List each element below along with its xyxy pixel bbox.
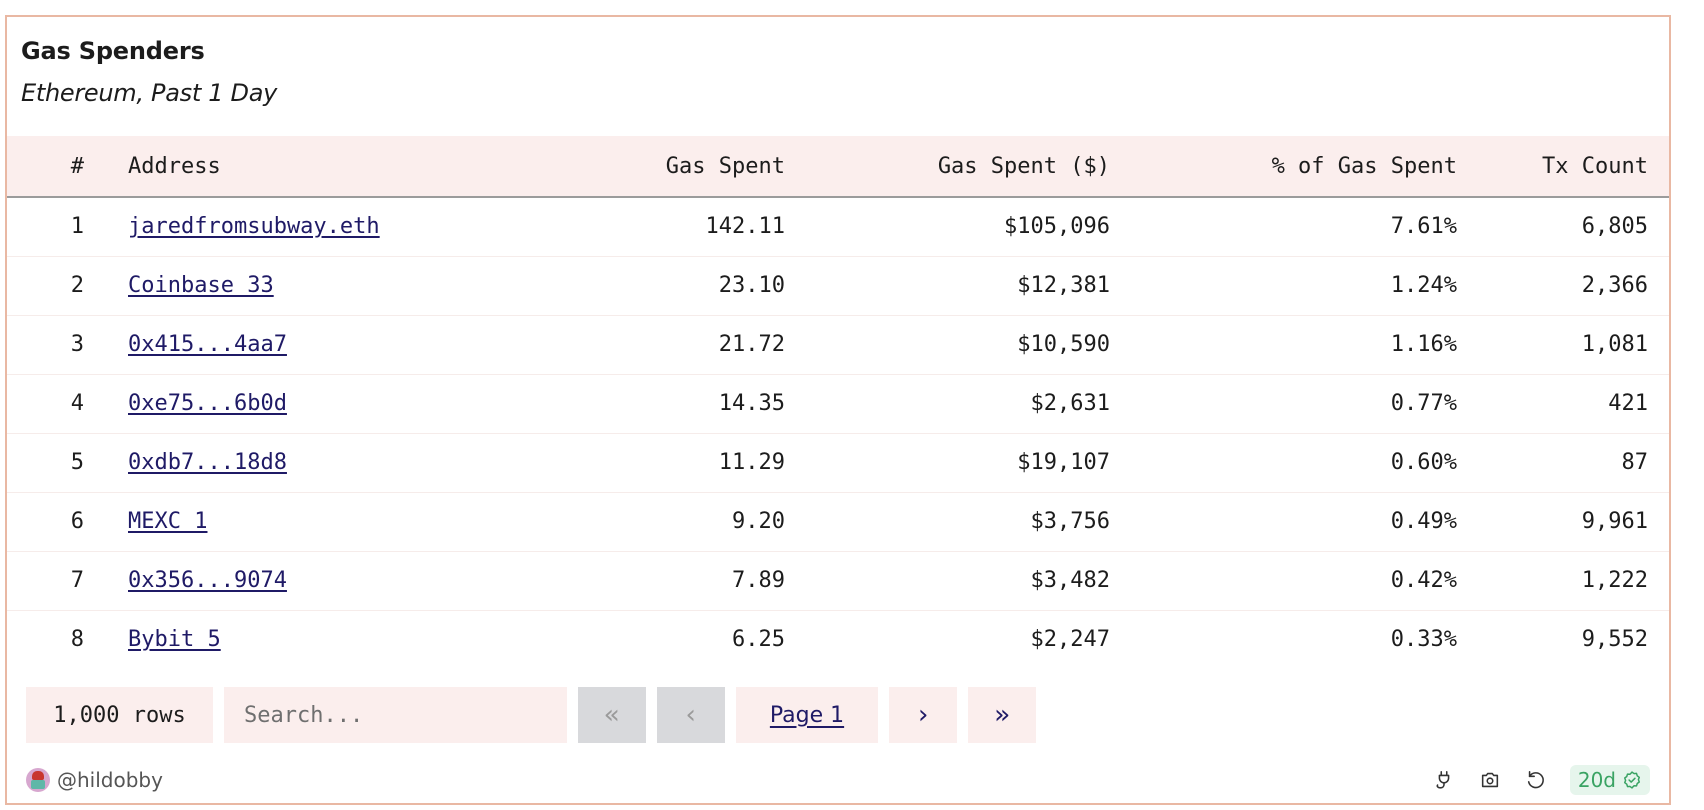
address-link[interactable]: 0x415...4aa7: [128, 332, 287, 357]
cell-address: jaredfromsubway.eth: [100, 197, 560, 257]
author-name[interactable]: @hildobby: [57, 768, 163, 792]
table-row: 3 0x415...4aa7 21.72 $10,590 1.16% 1,081: [7, 315, 1669, 375]
cell-gas-spent-usd: $10,590: [785, 315, 1110, 375]
cell-tx-count: 421: [1457, 374, 1669, 434]
cell-gas-spent-usd: $3,482: [785, 551, 1110, 611]
address-link[interactable]: Bybit 5: [128, 627, 221, 652]
cell-pct-gas-spent: 0.42%: [1110, 551, 1457, 611]
cell-pct-gas-spent: 7.61%: [1110, 197, 1457, 257]
cell-rank: 8: [70, 627, 84, 653]
cell-rank: 4: [7, 374, 100, 434]
table-row: 2 Coinbase 33 23.10 $12,381 1.24% 2,366: [7, 256, 1669, 316]
cell-gas-spent: 7.89: [560, 551, 785, 611]
table-row: 7 0x356...9074 7.89 $3,482 0.42% 1,222: [7, 551, 1669, 611]
table-header-row: # Address Gas Spent Gas Spent ($) % of G…: [7, 136, 1669, 198]
address-link[interactable]: 0x356...9074: [128, 568, 287, 593]
card-subtitle: Ethereum, Past 1 Day: [21, 79, 278, 107]
cell-gas-spent-usd: $2,631: [785, 374, 1110, 434]
cell-tx-count: 9,552: [1581, 627, 1648, 653]
age-badge: 20d: [1569, 765, 1650, 795]
footer-tools: 20d: [1432, 765, 1650, 795]
cell-tx-count: 6,805: [1457, 197, 1669, 257]
column-header-rank[interactable]: #: [7, 136, 100, 198]
cell-gas-spent-usd: $12,381: [785, 256, 1110, 316]
table-row: 1 jaredfromsubway.eth 142.11 $105,096 7.…: [7, 197, 1669, 257]
chevron-left-icon: ‹: [683, 700, 699, 730]
camera-icon[interactable]: [1478, 768, 1502, 792]
last-page-button[interactable]: »: [968, 687, 1036, 743]
cell-pct-gas-spent: 0.49%: [1110, 492, 1457, 552]
column-header-gas-spent[interactable]: Gas Spent: [560, 136, 785, 198]
age-badge-label: 20d: [1577, 768, 1616, 792]
address-link[interactable]: MEXC 1: [128, 509, 207, 534]
cell-tx-count: 1,081: [1457, 315, 1669, 375]
avatar: [26, 768, 50, 792]
cell-pct-gas-spent: 0.60%: [1110, 433, 1457, 493]
cell-rank: 7: [7, 551, 100, 611]
cell-rank: 3: [7, 315, 100, 375]
cell-rank: 6: [7, 492, 100, 552]
plug-icon[interactable]: [1432, 768, 1456, 792]
table-row: 6 MEXC 1 9.20 $3,756 0.49% 9,961: [7, 492, 1669, 552]
cell-gas-spent: 21.72: [560, 315, 785, 375]
cell-gas-spent-usd: $3,756: [785, 492, 1110, 552]
row-count-label: 1,000 rows: [26, 687, 213, 743]
gas-spenders-table: # Address Gas Spent Gas Spent ($) % of G…: [7, 136, 1669, 669]
card-title: Gas Spenders: [21, 37, 205, 65]
cell-address: 0x356...9074: [100, 551, 560, 611]
cell-gas-spent: 11.29: [560, 433, 785, 493]
address-link[interactable]: jaredfromsubway.eth: [128, 214, 380, 239]
cell-gas-spent: 9.20: [560, 492, 785, 552]
cell-tx-count: 2,366: [1457, 256, 1669, 316]
cell-address: 0xe75...6b0d: [100, 374, 560, 434]
card-footer: @hildobby 20d: [26, 763, 1650, 797]
verified-check-icon: [1624, 771, 1640, 789]
column-header-gas-spent-usd[interactable]: Gas Spent ($): [785, 136, 1110, 198]
cell-pct-gas-spent: 1.24%: [1110, 256, 1457, 316]
column-header-tx-count[interactable]: Tx Count: [1457, 136, 1669, 198]
cell-address: Bybit 5: [100, 610, 560, 669]
cell-tx-count: 1,222: [1457, 551, 1669, 611]
address-link[interactable]: 0xdb7...18d8: [128, 450, 287, 475]
cell-gas-spent-usd: $19,107: [785, 433, 1110, 493]
cell-rank: 2: [7, 256, 100, 316]
table-row: 8 Bybit 5 6.25 $2,247 0.33% 9,552: [7, 610, 1669, 669]
cell-gas-spent: 23.10: [560, 256, 785, 316]
column-header-pct-gas-spent[interactable]: % of Gas Spent: [1110, 136, 1457, 198]
cell-gas-spent-usd: $2,247: [1030, 627, 1110, 653]
chevron-right-icon: ›: [915, 700, 931, 730]
table-row: 5 0xdb7...18d8 11.29 $19,107 0.60% 87: [7, 433, 1669, 493]
cell-pct-gas-spent: 1.16%: [1110, 315, 1457, 375]
double-chevron-right-icon: »: [994, 700, 1010, 730]
cell-rank: 1: [7, 197, 100, 257]
search-field[interactable]: [224, 687, 567, 743]
current-page-button[interactable]: Page 1: [736, 687, 878, 743]
address-link[interactable]: 0xe75...6b0d: [128, 391, 287, 416]
cell-tx-count: 87: [1457, 433, 1669, 493]
search-input[interactable]: [244, 702, 547, 728]
double-chevron-left-icon: «: [604, 700, 620, 730]
query-result-card: Gas Spenders Ethereum, Past 1 Day # Addr…: [5, 15, 1671, 805]
cell-address: Coinbase 33: [100, 256, 560, 316]
cell-gas-spent: 14.35: [560, 374, 785, 434]
table-row: 4 0xe75...6b0d 14.35 $2,631 0.77% 421: [7, 374, 1669, 434]
cell-gas-spent: 142.11: [560, 197, 785, 257]
cell-gas-spent-usd: $105,096: [785, 197, 1110, 257]
author-link[interactable]: @hildobby: [26, 768, 163, 792]
cell-gas-spent: 6.25: [732, 627, 785, 653]
column-header-address[interactable]: Address: [100, 136, 560, 198]
pagination-bar: 1,000 rows « ‹ Page 1 › »: [26, 687, 1036, 743]
cell-pct-gas-spent: 0.33%: [1390, 627, 1457, 653]
cell-pct-gas-spent: 0.77%: [1110, 374, 1457, 434]
first-page-button[interactable]: «: [578, 687, 646, 743]
cell-address: 0x415...4aa7: [100, 315, 560, 375]
cell-address: MEXC 1: [100, 492, 560, 552]
cell-address: 0xdb7...18d8: [100, 433, 560, 493]
cell-tx-count: 9,961: [1457, 492, 1669, 552]
refresh-icon[interactable]: [1524, 768, 1548, 792]
cell-rank: 5: [7, 433, 100, 493]
previous-page-button[interactable]: ‹: [657, 687, 725, 743]
address-link[interactable]: Coinbase 33: [128, 273, 274, 298]
next-page-button[interactable]: ›: [889, 687, 957, 743]
